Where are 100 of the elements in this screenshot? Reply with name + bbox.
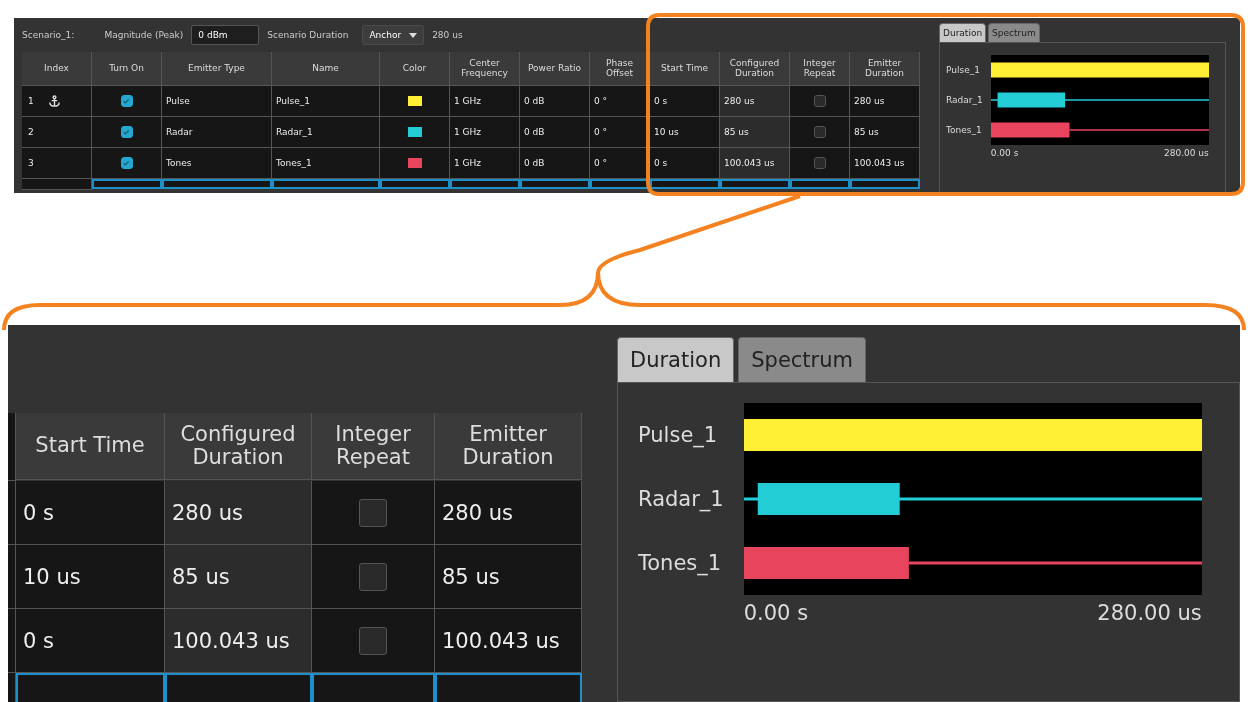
table-cell: 0 dB [520, 86, 590, 117]
new-row-cell[interactable] [92, 179, 162, 189]
color-swatch[interactable] [407, 96, 422, 106]
table-cell: Radar_1 [272, 117, 380, 148]
lane-label: Radar_1 [946, 95, 983, 105]
table-cell: 100.043 us [435, 609, 582, 673]
check-icon [122, 96, 131, 106]
column-header: Emitter Duration [850, 52, 920, 86]
table-cell: 0 s [16, 481, 165, 545]
table-cell: 1 GHz [450, 86, 520, 117]
table-cell: Tones [162, 148, 272, 179]
table-cell: 1 GHz [450, 117, 520, 148]
column-header: Name [272, 52, 380, 86]
axis-end-label: 280.00 us [1164, 148, 1209, 158]
table-cell: 0 s [650, 86, 720, 117]
table-cell: 85 us [435, 545, 582, 609]
table-cell: 1 GHz [450, 148, 520, 179]
panel-tab[interactable]: Duration [617, 337, 735, 382]
table-cell: Pulse_1 [272, 86, 380, 117]
checkbox[interactable] [120, 126, 133, 138]
new-row-cell[interactable] [590, 179, 650, 189]
checkbox[interactable] [813, 157, 826, 169]
lane-label: Pulse_1 [638, 423, 719, 447]
checkbox[interactable] [813, 126, 826, 138]
column-header: Emitter Duration [435, 413, 582, 480]
scenario-label: Scenario_1: [22, 30, 75, 40]
table-cell: 280 us [165, 481, 312, 545]
column-header: Turn On [92, 52, 162, 86]
checkbox[interactable] [813, 95, 826, 107]
column-header: Start Time [650, 52, 720, 86]
new-row-cell[interactable] [850, 179, 920, 189]
checkbox[interactable] [120, 95, 133, 107]
new-row-cell[interactable] [450, 179, 520, 189]
column-header: Center Frequency [450, 52, 520, 86]
new-row-cell[interactable] [272, 179, 380, 189]
column-header: Start Time [16, 413, 165, 480]
lane-label: Tones_1 [946, 125, 983, 135]
axis-start-label: 0.00 s [743, 601, 809, 625]
table-cell: 280 us [435, 481, 582, 545]
table-cell: 0 s [16, 609, 165, 673]
table-cell: 85 us [720, 117, 790, 148]
table-cell: Pulse [162, 86, 272, 117]
checkbox[interactable] [120, 157, 133, 169]
column-header: Configured Duration [720, 52, 790, 86]
table-cell: 100.043 us [165, 609, 312, 673]
column-header: Color [380, 52, 450, 86]
new-row-cell[interactable] [16, 673, 165, 702]
column-header: Power Ratio [520, 52, 590, 86]
new-row-cell[interactable] [650, 179, 720, 189]
table-cell: 85 us [850, 117, 920, 148]
lane-label: Tones_1 [638, 551, 723, 575]
lane-label: Pulse_1 [946, 65, 981, 75]
table-cell: 10 us [16, 545, 165, 609]
index-text: 1 [28, 96, 34, 106]
new-row-cell[interactable] [790, 179, 850, 189]
axis-start-label: 0.00 s [990, 148, 1019, 158]
checkbox[interactable] [359, 498, 387, 527]
magnitude-field[interactable]: 0 dBm [191, 25, 260, 45]
new-row-cell[interactable] [520, 179, 590, 189]
index-text: 3 [28, 158, 34, 168]
index-text: 2 [28, 127, 34, 137]
table-cell: 85 us [165, 545, 312, 609]
table-cell: 0 dB [520, 117, 590, 148]
table-cell: 0 s [650, 148, 720, 179]
check-icon [122, 158, 131, 168]
checkbox[interactable] [359, 562, 387, 591]
panel-tab[interactable]: Duration [939, 23, 987, 42]
table-cell: 280 us [720, 86, 790, 117]
panel-tab[interactable]: Spectrum [988, 23, 1040, 42]
magnitude-label: Magnitude (Peak) [104, 30, 184, 40]
checkbox[interactable] [359, 626, 387, 655]
new-row-cell[interactable] [165, 673, 312, 702]
table-cell: Radar [162, 117, 272, 148]
table-cell: 10 us [650, 117, 720, 148]
caret-icon [409, 32, 418, 38]
duration-dropdown[interactable]: Anchor [362, 25, 425, 45]
table-cell: Tones_1 [272, 148, 380, 179]
duration-reading: 280 us [432, 30, 463, 40]
new-row-cell[interactable] [380, 179, 450, 189]
axis-end-label: 280.00 us [1097, 601, 1202, 625]
table-cell: 280 us [850, 86, 920, 117]
new-row-cell[interactable] [435, 673, 582, 702]
column-header [8, 413, 16, 481]
table-cell: 0 dB [520, 148, 590, 179]
column-header: Integer Repeat [312, 413, 435, 480]
column-header: Emitter Type [162, 52, 272, 86]
duration-label: Scenario Duration [267, 30, 349, 40]
column-header: Index [22, 52, 92, 86]
new-row-cell[interactable] [720, 179, 790, 189]
table-cell: 100.043 us [850, 148, 920, 179]
column-header: Configured Duration [165, 413, 312, 480]
color-swatch[interactable] [407, 158, 422, 168]
new-row-cell[interactable] [312, 673, 435, 702]
panel-tab[interactable]: Spectrum [738, 337, 866, 382]
new-row-cell[interactable] [162, 179, 272, 189]
check-icon [122, 127, 131, 137]
lane-label: Radar_1 [638, 487, 724, 511]
table-cell: 100.043 us [720, 148, 790, 179]
color-swatch[interactable] [407, 127, 422, 137]
column-header: Integer Repeat [790, 52, 850, 86]
